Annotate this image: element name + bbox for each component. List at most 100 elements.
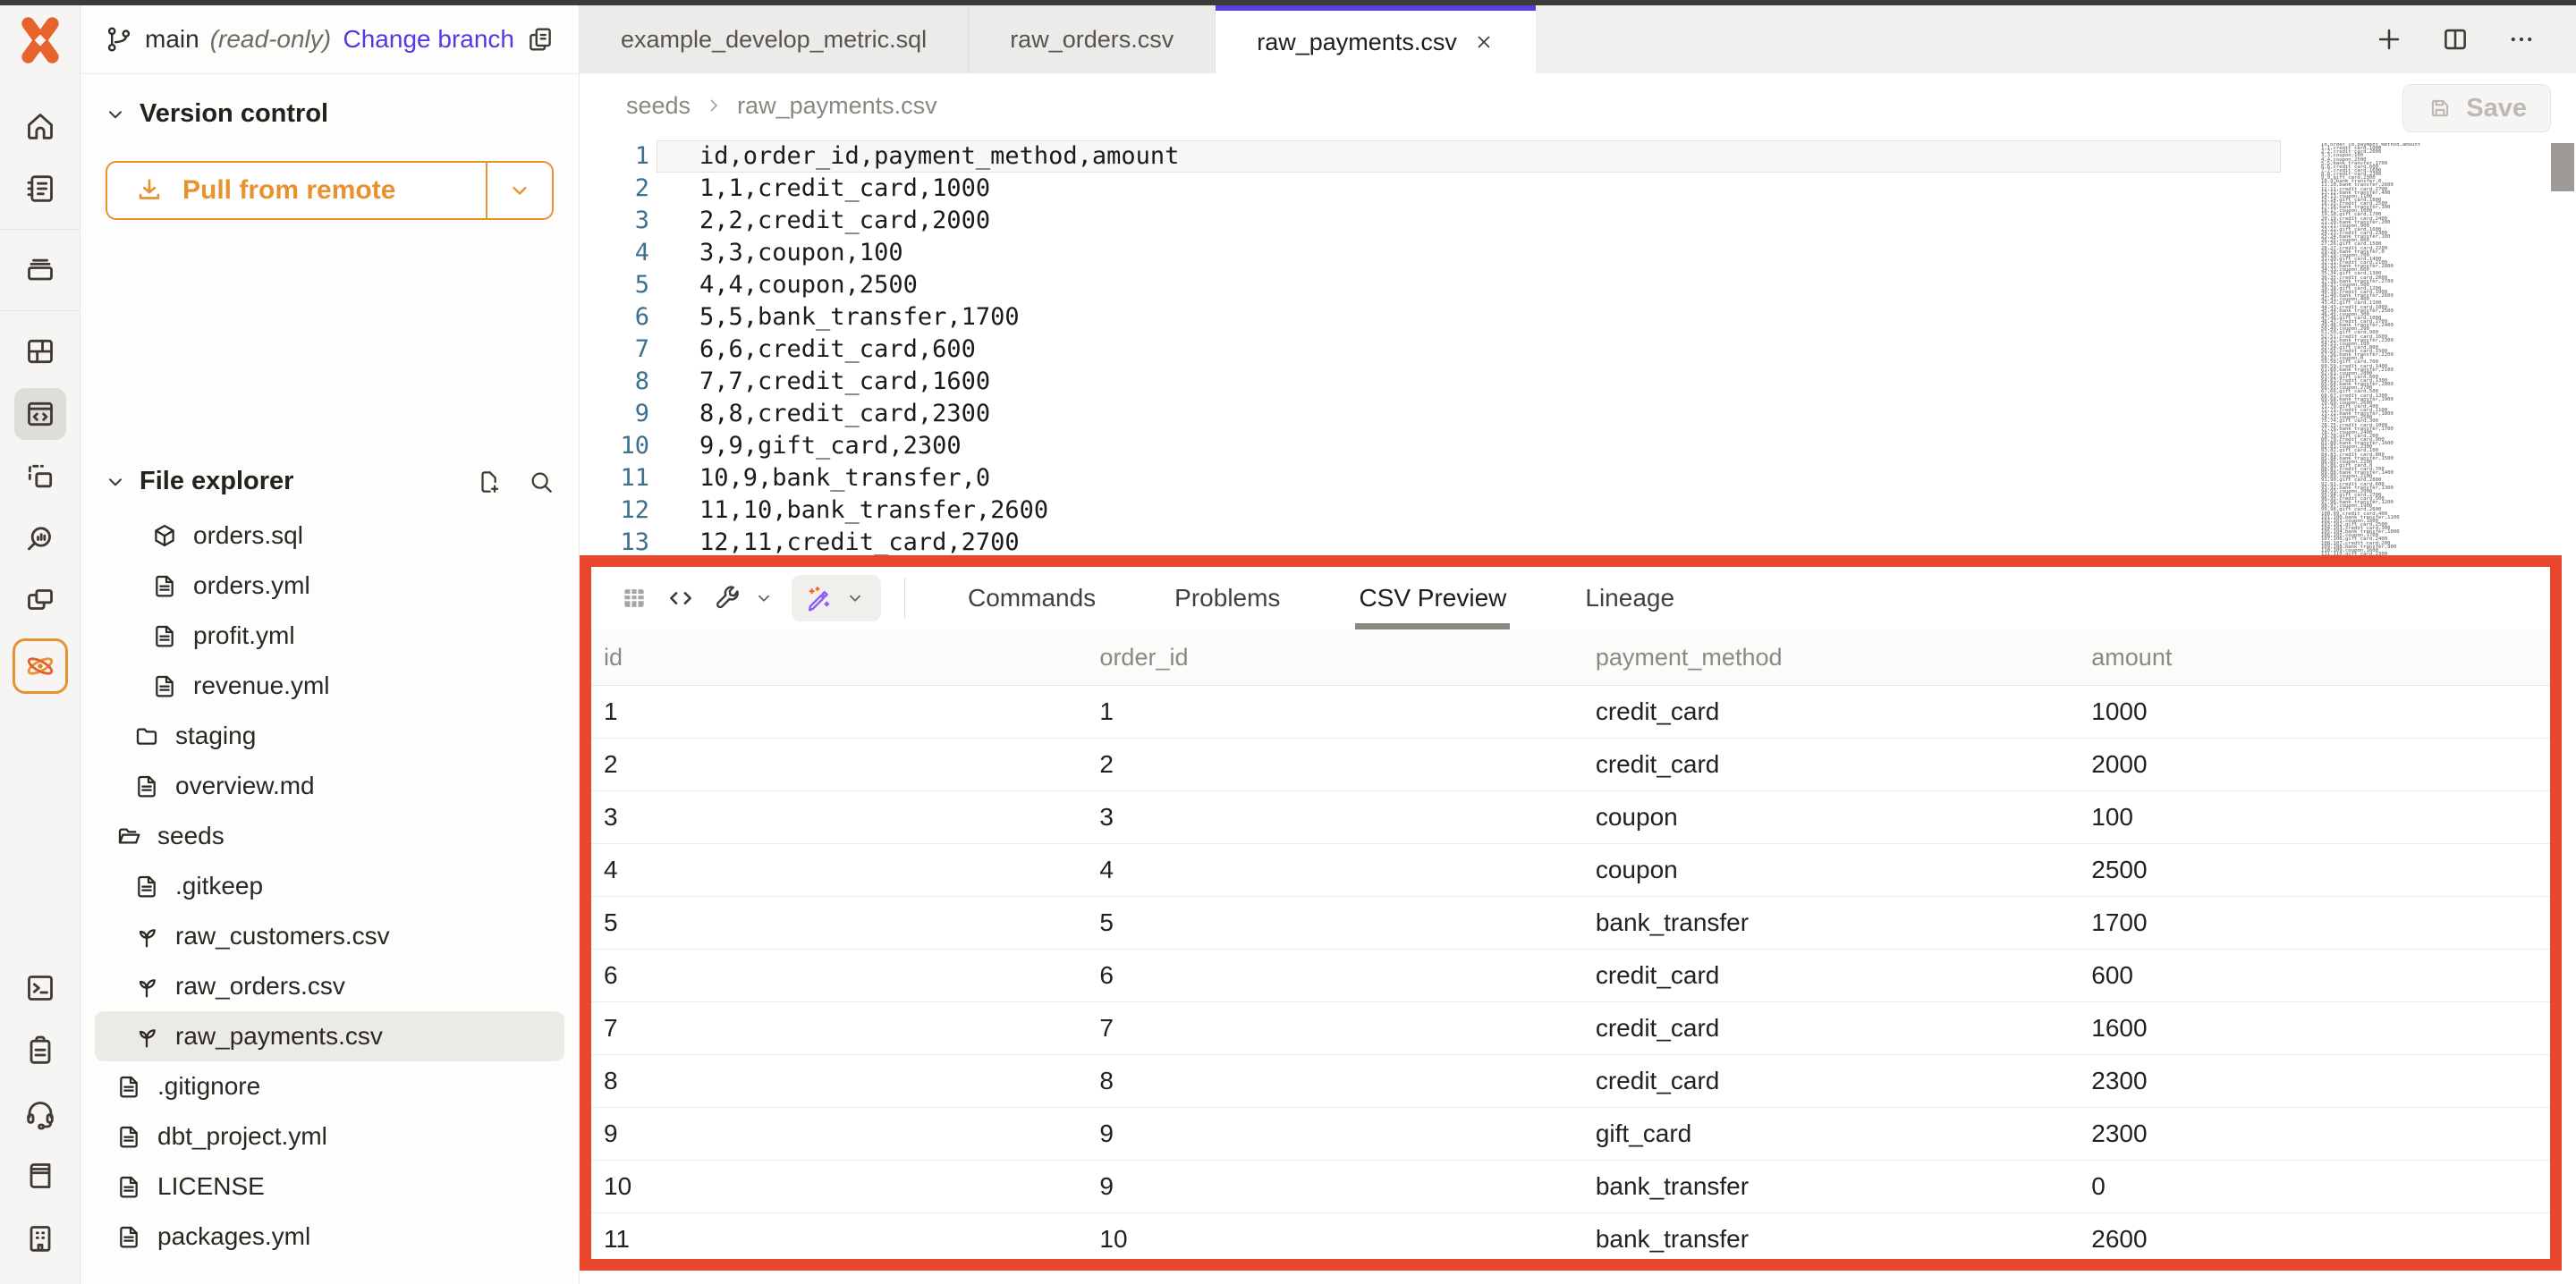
file-item[interactable]: orders.yml — [95, 561, 564, 611]
file-item-label: dbt_project.yml — [157, 1122, 327, 1151]
editor-tabbar: example_develop_metric.sql raw_orders.csv… — [580, 5, 2576, 73]
panel-tab[interactable]: Lineage — [1546, 567, 1714, 629]
clipboard-icon[interactable] — [14, 1025, 66, 1077]
dashboard-icon[interactable] — [14, 325, 66, 377]
change-branch-link[interactable]: Change branch — [343, 25, 514, 54]
table-cell: 8 — [591, 1067, 1087, 1095]
file-item[interactable]: raw_customers.csv — [95, 911, 564, 961]
table-cell: 0 — [2079, 1172, 2550, 1201]
paradime-logo-icon[interactable] — [16, 16, 64, 64]
breadcrumb-folder[interactable]: seeds — [626, 92, 691, 120]
code-line: 98,8,credit_card,2300 — [580, 398, 2576, 430]
app-frame: main (read-only) Change branch Version c… — [0, 5, 2576, 1284]
file-item[interactable]: orders.sql — [95, 511, 564, 561]
file-item[interactable]: staging — [95, 711, 564, 761]
notebook-icon[interactable] — [14, 163, 66, 215]
wrench-icon[interactable] — [708, 579, 747, 618]
file-item[interactable]: profit.yml — [95, 611, 564, 661]
panel-tab[interactable]: Commands — [928, 567, 1135, 629]
code-editor-icon[interactable] — [14, 388, 66, 440]
editor-tab[interactable]: example_develop_metric.sql — [580, 5, 969, 73]
breadcrumb: seeds raw_payments.csv — [580, 73, 2576, 138]
panel-tab[interactable]: Problems — [1135, 567, 1319, 629]
panel-tab[interactable]: CSV Preview — [1319, 567, 1546, 629]
new-tab-icon[interactable] — [2374, 24, 2404, 55]
pull-download-icon — [134, 175, 165, 206]
table-cell: 9 — [1087, 1119, 1582, 1148]
table-cell: 1600 — [2079, 1014, 2550, 1043]
file-item[interactable]: dbt_project.yml — [95, 1111, 564, 1162]
table-cell: bank_transfer — [1583, 908, 2079, 937]
file-item[interactable]: revenue.yml — [95, 661, 564, 711]
insights-search-icon[interactable] — [14, 513, 66, 565]
save-button[interactable]: Save — [2402, 84, 2551, 132]
editor-tab[interactable]: raw_orders.csv — [969, 5, 1216, 73]
line-content: 9,9,gift_card,2300 — [657, 430, 2576, 462]
docs-icon[interactable] — [14, 1150, 66, 1202]
file-explorer-header[interactable]: File explorer — [80, 467, 579, 496]
table-cell: gift_card — [1583, 1119, 2079, 1148]
close-tab-icon[interactable] — [1473, 31, 1495, 53]
more-actions-icon[interactable] — [2506, 24, 2537, 55]
model-cube-icon — [150, 521, 179, 550]
terminal-icon[interactable] — [14, 962, 66, 1014]
pull-options-dropdown[interactable] — [486, 163, 552, 218]
table-row: 44coupon2500 — [591, 844, 2550, 897]
line-number: 4 — [580, 237, 657, 269]
new-file-icon[interactable] — [475, 468, 504, 496]
archive-icon[interactable] — [14, 244, 66, 296]
headset-icon[interactable] — [14, 1087, 66, 1139]
table-row: 77credit_card1600 — [591, 1002, 2550, 1055]
editor-tab[interactable]: raw_payments.csv — [1216, 5, 1536, 73]
organization-icon[interactable] — [14, 1212, 66, 1264]
editor-scrollbar[interactable] — [2551, 143, 2574, 191]
file-item[interactable]: .gitignore — [95, 1061, 564, 1111]
pull-from-remote-button[interactable]: Pull from remote — [106, 161, 554, 220]
file-item-label: overview.md — [175, 772, 315, 800]
code-editor[interactable]: 1id,order_id,payment_method,amount21,1,c… — [580, 138, 2576, 555]
version-control-header[interactable]: Version control — [80, 99, 579, 129]
panel-tab-strip: CommandsProblemsCSV PreviewLineage — [928, 567, 1714, 629]
search-icon[interactable] — [527, 468, 555, 496]
file-item[interactable]: .gitkeep — [95, 861, 564, 911]
ai-atom-icon[interactable] — [13, 638, 68, 694]
chevron-down-icon[interactable] — [754, 588, 774, 608]
code-view-icon[interactable] — [661, 579, 700, 618]
copy-branch-icon[interactable] — [525, 24, 555, 55]
line-content: 7,7,credit_card,1600 — [657, 366, 2576, 398]
file-icon — [132, 872, 161, 900]
table-cell: 1000 — [2079, 697, 2550, 726]
table-cell: 1 — [1087, 697, 1582, 726]
split-view-icon[interactable] — [2440, 24, 2470, 55]
frame-select-icon[interactable] — [14, 451, 66, 503]
file-item[interactable]: packages.yml — [95, 1212, 564, 1262]
version-control-section: Version control Pull from remote — [80, 74, 579, 220]
windows-icon[interactable] — [14, 576, 66, 628]
file-item[interactable]: raw_payments.csv — [95, 1011, 564, 1061]
file-item[interactable]: overview.md — [95, 761, 564, 811]
file-item-label: orders.yml — [193, 571, 310, 600]
branch-name: main — [145, 25, 199, 54]
code-line: 1211,10,bank_transfer,2600 — [580, 494, 2576, 527]
file-item[interactable]: LICENSE — [95, 1162, 564, 1212]
column-header: amount — [2079, 644, 2550, 672]
tab-strip: example_develop_metric.sql raw_orders.csv… — [580, 5, 1536, 73]
table-cell: coupon — [1583, 803, 2079, 832]
chevron-down-icon[interactable] — [845, 588, 865, 608]
table-cell: 2500 — [2079, 856, 2550, 884]
table-view-icon[interactable] — [614, 579, 654, 618]
line-number: 9 — [580, 398, 657, 430]
table-cell: 2600 — [2079, 1225, 2550, 1254]
file-item[interactable]: raw_orders.csv — [95, 961, 564, 1011]
table-row: 66credit_card600 — [591, 950, 2550, 1002]
magic-wand-icon[interactable] — [799, 579, 838, 618]
file-item[interactable]: seeds — [95, 811, 564, 861]
minimap[interactable]: id,order_id,payment_method,amount1,1,cre… — [2321, 143, 2469, 555]
rail-divider — [0, 229, 80, 230]
editor-tab-label: example_develop_metric.sql — [621, 26, 927, 54]
table-cell: 2 — [591, 750, 1087, 779]
seed-icon — [132, 1022, 161, 1051]
home-icon[interactable] — [14, 100, 66, 152]
line-content: id,order_id,payment_method,amount — [657, 140, 2281, 173]
table-cell: 5 — [1087, 908, 1582, 937]
